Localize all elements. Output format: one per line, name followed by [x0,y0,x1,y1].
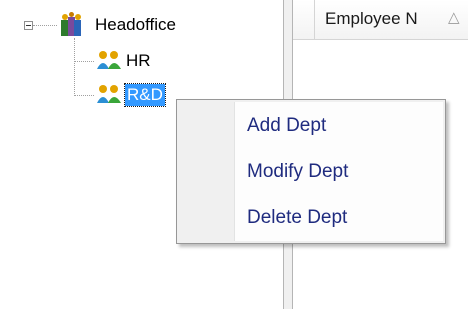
menu-item-delete-dept[interactable]: Delete Dept [235,198,443,238]
context-menu: Add Dept Modify Dept Delete Dept [176,99,446,244]
building-people-icon [61,12,81,36]
menu-item-add-dept[interactable]: Add Dept [235,106,443,146]
tree-connector [74,61,94,62]
people-icon [97,85,121,103]
collapse-toggle[interactable] [24,21,33,30]
people-icon [97,51,121,69]
tree-node-headoffice[interactable]: Headoffice [95,14,176,36]
tree-node-rnd-selected[interactable]: R&D [124,83,166,107]
tree-node-hr[interactable]: HR [126,50,151,72]
column-header-employee[interactable]: Employee N △ [293,0,468,40]
menu-item-modify-dept[interactable]: Modify Dept [235,152,443,192]
tree-connector [33,25,57,26]
tree-connector [74,38,75,96]
menu-icon-gutter [179,102,235,241]
tree-connector [74,95,94,96]
row-header-corner [293,0,315,40]
sort-ascending-icon: △ [448,9,460,26]
column-header-label: Employee N [325,9,418,28]
